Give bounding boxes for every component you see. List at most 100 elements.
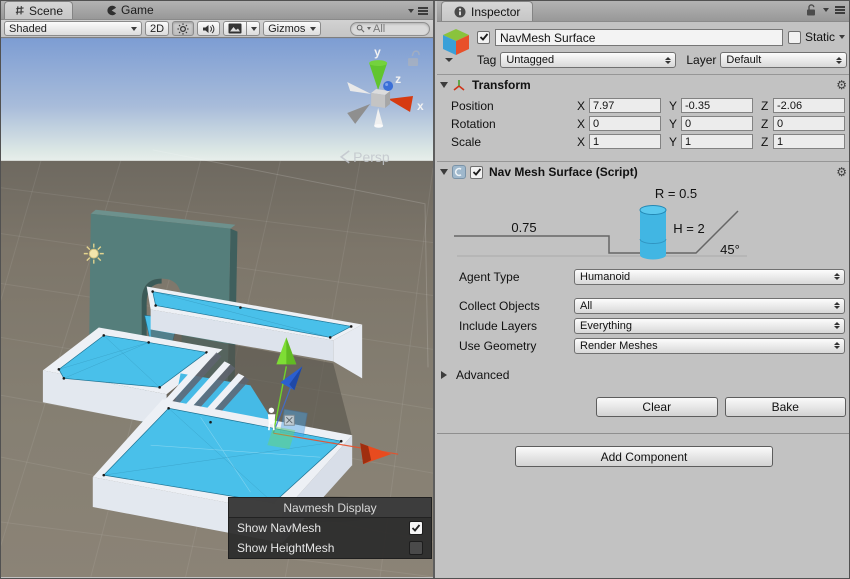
navmesh-surface-header[interactable]: Nav Mesh Surface (Script) xyxy=(437,162,850,182)
panel-dropdown-icon[interactable] xyxy=(823,8,829,12)
axis-x-label[interactable]: X xyxy=(577,99,589,113)
toggle-2d-button[interactable]: 2D xyxy=(145,21,169,36)
tab-inspector-label: Inspector xyxy=(471,5,520,19)
layer-dropdown[interactable]: Default xyxy=(720,52,847,68)
shading-mode-dropdown[interactable]: Shaded xyxy=(4,21,142,36)
scene-viewport[interactable]: y x z Persp Navmesh Display Show NavMesh xyxy=(1,38,433,577)
clear-button[interactable]: Clear xyxy=(596,397,718,417)
position-row: Position X 7.97 Y -0.35 Z -2.06 xyxy=(437,98,849,113)
position-label: Position xyxy=(437,99,577,113)
include-layers-dropdown[interactable]: Everything xyxy=(574,318,845,334)
tab-scene-label: Scene xyxy=(29,4,63,18)
chevron-down-icon xyxy=(131,27,137,31)
axis-z-label[interactable]: Z xyxy=(761,117,773,131)
popup-arrows-icon xyxy=(830,342,840,349)
axis-x-label[interactable]: X xyxy=(577,117,589,131)
overlay-row-show-navmesh: Show NavMesh xyxy=(229,518,431,538)
bake-button[interactable]: Bake xyxy=(725,397,847,417)
inspector-tabbar: Inspector xyxy=(437,1,850,22)
axis-y-label[interactable]: Y xyxy=(669,117,681,131)
check-icon xyxy=(472,167,482,177)
axis-y-label[interactable]: Y xyxy=(669,135,681,149)
agent-diagram: R = 0.5 0.75 H = 2 45° xyxy=(437,182,850,264)
axis-x-label: x xyxy=(417,99,424,113)
advanced-foldout[interactable]: Advanced xyxy=(437,367,850,383)
foldout-right-icon xyxy=(441,371,447,379)
foldout-icon[interactable] xyxy=(440,169,448,175)
navmesh-display-overlay: Navmesh Display Show NavMesh Show Height… xyxy=(228,497,432,559)
step-height-label: 0.75 xyxy=(511,220,536,235)
gear-icon[interactable] xyxy=(836,166,847,178)
advanced-label: Advanced xyxy=(456,368,509,382)
transform-rows: Position X 7.97 Y -0.35 Z -2.06 Rotation… xyxy=(437,95,850,161)
scene-effects-button[interactable] xyxy=(223,21,260,36)
tag-layer-row: Tag Untagged Layer Default xyxy=(477,51,847,69)
panel-menu-icon[interactable] xyxy=(835,9,845,11)
tab-game[interactable]: Game xyxy=(97,1,163,19)
tab-inspector[interactable]: Inspector xyxy=(441,1,533,21)
static-control[interactable]: Static xyxy=(788,30,847,44)
axis-z-label[interactable]: Z xyxy=(761,99,773,113)
static-checkbox[interactable] xyxy=(788,31,801,44)
scene-audio-button[interactable] xyxy=(197,21,220,36)
rotation-row: Rotation X 0 Y 0 Z 0 xyxy=(437,116,849,131)
info-icon xyxy=(454,6,466,18)
add-component-area: Add Component xyxy=(437,434,850,479)
axis-x-label[interactable]: X xyxy=(577,135,589,149)
collect-objects-value: All xyxy=(580,300,592,312)
navmesh-buttons: Clear Bake xyxy=(596,397,846,417)
gameobject-icon-area[interactable] xyxy=(441,27,477,69)
agent-radius-label: R = 0.5 xyxy=(655,186,697,201)
foldout-icon[interactable] xyxy=(440,82,448,88)
transform-header[interactable]: Transform xyxy=(437,75,850,95)
position-x-field[interactable]: 7.97 xyxy=(589,98,661,113)
scene-panel-menu[interactable] xyxy=(408,7,433,19)
check-icon xyxy=(411,523,421,533)
panel-menu-icon xyxy=(418,10,428,12)
scene-lighting-button[interactable] xyxy=(172,21,194,36)
collect-objects-dropdown[interactable]: All xyxy=(574,298,845,314)
use-geometry-row: Use Geometry Render Meshes xyxy=(437,337,850,354)
transform-title: Transform xyxy=(472,78,531,92)
rotation-z-field[interactable]: 0 xyxy=(773,116,845,131)
scale-label: Scale xyxy=(437,135,577,149)
use-geometry-dropdown[interactable]: Render Meshes xyxy=(574,338,845,354)
scene-search-input[interactable]: All xyxy=(350,22,430,36)
rotation-y-field[interactable]: 0 xyxy=(681,116,753,131)
rotation-label: Rotation xyxy=(437,117,577,131)
script-enabled-checkbox[interactable] xyxy=(470,166,483,179)
popup-arrows-icon xyxy=(830,322,840,329)
axis-y-label: y xyxy=(374,45,381,59)
static-dropdown-icon[interactable] xyxy=(839,35,845,39)
axis-z-label: z xyxy=(395,72,401,86)
axis-y-label[interactable]: Y xyxy=(669,99,681,113)
position-y-field[interactable]: -0.35 xyxy=(681,98,753,113)
include-layers-label: Include Layers xyxy=(437,319,574,333)
scale-y-field[interactable]: 1 xyxy=(681,134,753,149)
scale-z-field[interactable]: 1 xyxy=(773,134,845,149)
tab-scene[interactable]: Scene xyxy=(4,1,73,19)
gizmos-dropdown[interactable]: Gizmos xyxy=(263,21,321,36)
sun-light-gizmo[interactable] xyxy=(84,244,104,264)
rotation-x-field[interactable]: 0 xyxy=(589,116,661,131)
active-checkbox[interactable] xyxy=(477,31,490,44)
tag-dropdown[interactable]: Untagged xyxy=(500,52,676,68)
gameobject-name-field[interactable]: NavMesh Surface xyxy=(495,29,783,46)
overlay-row-show-heightmesh: Show HeightMesh xyxy=(229,538,431,558)
scene-toolbar: Shaded 2D Gizmos All xyxy=(1,20,433,38)
collect-objects-row: Collect Objects All xyxy=(437,297,850,314)
sun-icon xyxy=(177,23,189,35)
add-component-button[interactable]: Add Component xyxy=(515,446,773,467)
gear-icon[interactable] xyxy=(836,79,847,91)
use-geometry-value: Render Meshes xyxy=(580,340,658,352)
scale-row: Scale X 1 Y 1 Z 1 xyxy=(437,134,849,149)
lock-icon[interactable] xyxy=(806,4,817,16)
axis-z-label[interactable]: Z xyxy=(761,135,773,149)
scale-x-field[interactable]: 1 xyxy=(589,134,661,149)
show-navmesh-checkbox[interactable] xyxy=(409,521,423,535)
show-heightmesh-checkbox[interactable] xyxy=(409,541,423,555)
position-z-field[interactable]: -2.06 xyxy=(773,98,845,113)
game-icon xyxy=(106,5,117,16)
agent-type-dropdown[interactable]: Humanoid xyxy=(574,269,845,285)
gameobject-header: NavMesh Surface Static Tag Untagged xyxy=(437,22,850,75)
